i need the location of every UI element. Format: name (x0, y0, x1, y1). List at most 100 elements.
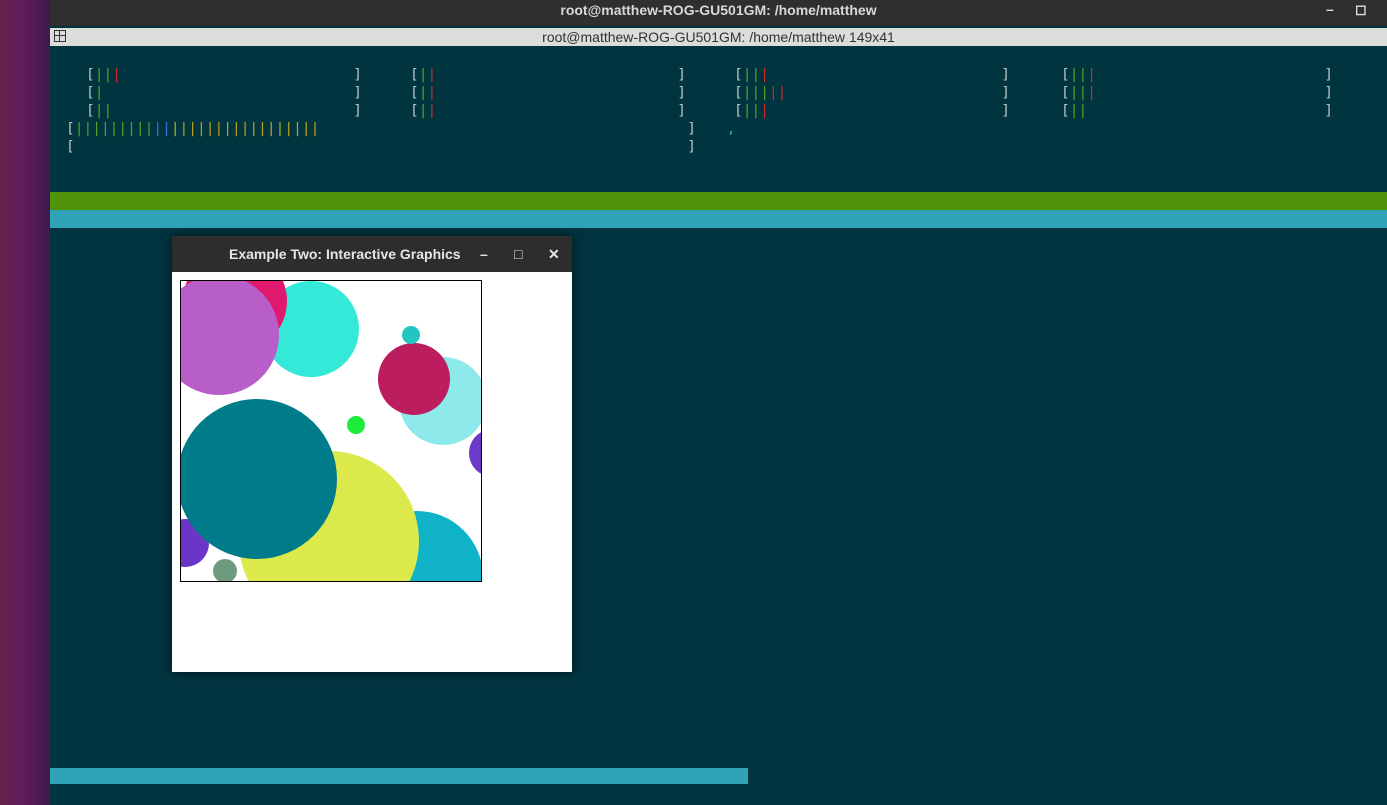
bracket: ] (1001, 67, 1010, 83)
table-row[interactable] (50, 696, 1387, 714)
cpu-meter: [||] (390, 84, 690, 102)
bar-segment: | (1078, 67, 1088, 83)
bar-segment: | (1087, 67, 1096, 83)
memory-meter: [] (66, 138, 696, 156)
bracket: ] (1324, 67, 1333, 83)
table-row[interactable] (50, 210, 1387, 228)
bar-segment: | (231, 121, 241, 137)
bracket: ] (353, 103, 362, 119)
cpu-meter: [|||] (1037, 84, 1337, 102)
bar-segment: | (112, 67, 121, 83)
row-pad (50, 733, 59, 749)
terminal-titlebar[interactable]: root@matthew-ROG-GU501GM: /home/matthew … (50, 0, 1387, 26)
bar-segment: | (427, 85, 437, 101)
close-button[interactable]: ✕ (548, 236, 560, 272)
circle-sage (213, 559, 237, 581)
bar-segment: | (92, 121, 101, 137)
example-two-window[interactable]: Example Two: Interactive Graphics – □ ✕ (172, 236, 572, 672)
bar-segment: | (127, 121, 136, 137)
example-two-titlebar[interactable]: Example Two: Interactive Graphics – □ ✕ (172, 236, 572, 272)
bar-segment: | (301, 121, 311, 137)
bar-segment: | (188, 121, 198, 137)
bar-segment: | (751, 85, 761, 101)
cpu-bar: ||| (743, 103, 769, 119)
bracket: [ (410, 103, 419, 119)
table-row[interactable] (50, 732, 1387, 750)
table-row[interactable] (50, 750, 1387, 768)
cpu-bar: || (419, 85, 436, 101)
cpu-meter: [||] (390, 102, 690, 120)
cpu-bar: | (95, 85, 104, 101)
cpu-bar: || (419, 103, 436, 119)
bar-segment: | (1087, 85, 1096, 101)
table-row[interactable] (50, 678, 1387, 696)
window-title: root@matthew-ROG-GU501GM: /home/matthew (560, 2, 877, 18)
graphics-canvas[interactable] (180, 280, 482, 582)
footer-fill (50, 768, 749, 784)
circle-crimson (378, 343, 450, 415)
bar-segment: | (760, 103, 769, 119)
cpu-meter: [||] (66, 102, 366, 120)
bar-segment: | (162, 121, 171, 137)
memory-meter: [||||||||||||||||||||||||||||] (66, 120, 696, 138)
bracket: [ (734, 67, 743, 83)
bar-segment: | (103, 67, 113, 83)
terminal-tabbar: root@matthew-ROG-GU501GM: /home/matthew … (50, 28, 1387, 46)
bracket: ] (677, 85, 686, 101)
cpu-meter: [|||] (714, 102, 1014, 120)
maximize-button[interactable]: □ (514, 236, 522, 272)
info-line (718, 156, 1318, 174)
table-row[interactable] (50, 714, 1387, 732)
restore-button[interactable]: ◻ (1355, 0, 1367, 18)
bar-segment: | (427, 103, 437, 119)
cpu-bar: ||| (1070, 67, 1096, 83)
bar-segment: | (223, 121, 232, 137)
bar-segment: | (94, 85, 104, 101)
bar-segment: | (135, 121, 145, 137)
circle-small-teal (402, 326, 420, 344)
info-line: , (718, 120, 1318, 138)
memory-bar: |||||||||||||||||||||||||||| (75, 121, 320, 137)
cpu-meter: [||] (390, 66, 690, 84)
bracket: [ (86, 85, 95, 101)
bracket: ] (677, 67, 686, 83)
bracket: ] (353, 67, 362, 83)
cpu-bar: ||| (1070, 85, 1096, 101)
bar-segment: | (197, 121, 206, 137)
bar-segment: | (214, 121, 224, 137)
bracket: [ (1061, 85, 1070, 101)
bracket: [ (66, 121, 75, 137)
bar-segment: | (249, 121, 259, 137)
table-header (50, 192, 1387, 210)
cpu-bar: || (419, 67, 436, 83)
bar-segment: | (293, 121, 302, 137)
cpu-bar: || (1070, 103, 1087, 119)
bracket: ] (1324, 85, 1333, 101)
minimize-button[interactable]: – (480, 236, 488, 272)
row-pad (50, 715, 59, 731)
bracket: [ (1061, 103, 1070, 119)
row-pad (50, 751, 59, 767)
bracket: [ (86, 67, 95, 83)
bar-segment: | (310, 121, 320, 137)
bar-segment: | (760, 67, 769, 83)
bar-segment: | (179, 121, 189, 137)
bracket: ] (1324, 103, 1333, 119)
minimize-button[interactable]: – (1326, 0, 1334, 18)
circles-drawing (181, 281, 481, 581)
bracket: [ (734, 85, 743, 101)
bar-segment: | (1078, 103, 1088, 119)
cpu-meter: [|||] (1037, 66, 1337, 84)
bar-segment: | (103, 103, 113, 119)
circle-purple (469, 432, 481, 474)
bracket: ] (687, 121, 696, 137)
bar-segment: | (118, 121, 128, 137)
cpu-meter: [||] (1037, 102, 1337, 120)
bar-segment: | (751, 103, 761, 119)
